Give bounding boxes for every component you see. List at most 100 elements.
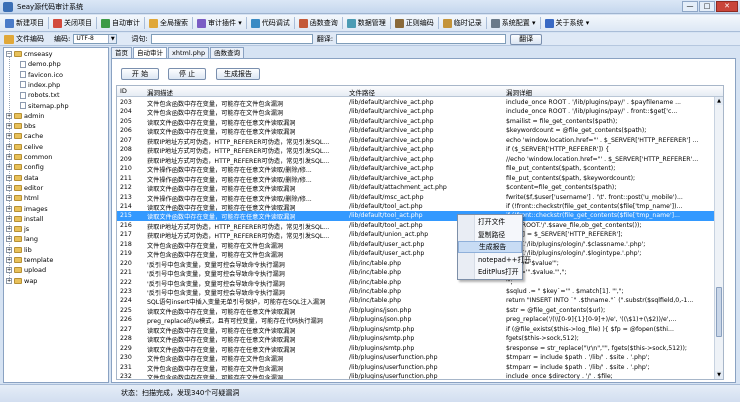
- tree-item[interactable]: + cache: [6, 131, 43, 141]
- expand-icon[interactable]: +: [6, 174, 12, 181]
- toolbar-button-3[interactable]: 全局搜索: [146, 16, 191, 31]
- expand-icon[interactable]: +: [6, 226, 12, 233]
- cell-file-path: /lib/default/archive_act.php: [349, 165, 434, 173]
- tree-item[interactable]: + upload: [6, 265, 46, 275]
- context-menu-item[interactable]: notepad++打开: [458, 254, 531, 266]
- tree-item-label: sitemap.php: [28, 101, 69, 110]
- column-detail[interactable]: 漏洞详细: [506, 87, 716, 97]
- expand-icon[interactable]: +: [6, 154, 12, 160]
- tree-item[interactable]: robots.txt: [20, 90, 60, 100]
- tree-item[interactable]: + lib: [6, 245, 32, 255]
- toolbar-button-1[interactable]: 关闭项目: [50, 16, 95, 31]
- column-description[interactable]: 漏洞描述: [147, 87, 347, 97]
- tab-0[interactable]: 首页: [111, 47, 132, 58]
- table-header: ID 漏洞描述 文件路径 漏洞详细: [117, 86, 723, 97]
- scrollbar-thumb[interactable]: [716, 287, 722, 337]
- function-query-icon: [298, 18, 308, 28]
- cell-file-path: /lib/default/archive_act.php: [349, 174, 434, 182]
- context-menu-item[interactable]: 复制路径: [458, 229, 522, 241]
- project-file-tree[interactable]: − cmseasy demo.php favicon.ico index.php robo…: [3, 47, 109, 383]
- cell-id: 217: [120, 231, 132, 239]
- scroll-down-icon[interactable]: ▼: [715, 371, 723, 379]
- context-menu-item[interactable]: 打开文件: [458, 216, 522, 228]
- minimize-button[interactable]: —: [682, 1, 698, 12]
- tree-item[interactable]: + bbs: [6, 121, 36, 131]
- toolbar-label: 关闭项目: [64, 19, 92, 27]
- tab-1[interactable]: 自动审计: [133, 47, 167, 58]
- app-icon: [3, 1, 13, 12]
- expand-icon[interactable]: +: [6, 133, 12, 140]
- expand-icon[interactable]: +: [6, 112, 12, 119]
- expand-icon[interactable]: +: [6, 215, 12, 222]
- expand-icon[interactable]: +: [6, 246, 12, 253]
- scroll-up-icon[interactable]: ▲: [715, 97, 723, 105]
- context-menu-item[interactable]: 生成报告: [458, 241, 522, 254]
- tree-item[interactable]: sitemap.php: [20, 101, 69, 111]
- table-row[interactable]: 232 文件包含函数中存在变量，可能存在文件包含漏洞/lib/plugins/us…: [117, 372, 723, 379]
- table-scrollbar[interactable]: ▲ ▼: [714, 97, 723, 379]
- expand-icon[interactable]: +: [6, 184, 12, 191]
- toolbar-button-8[interactable]: 正则编码: [392, 16, 437, 31]
- column-id[interactable]: ID: [120, 87, 148, 95]
- tree-item[interactable]: + html: [6, 193, 39, 203]
- tree-item[interactable]: + celive: [6, 142, 43, 152]
- toolbar-button-9[interactable]: 临时记录: [440, 16, 485, 31]
- tab-2[interactable]: xhtml.php: [168, 47, 210, 58]
- tree-item[interactable]: demo.php: [20, 59, 61, 69]
- tab-3[interactable]: 函数查询: [210, 47, 245, 58]
- tree-item[interactable]: favicon.ico: [20, 70, 63, 80]
- expand-icon[interactable]: +: [6, 195, 12, 202]
- word-input[interactable]: [150, 34, 313, 44]
- toolbar-button-2[interactable]: 自动审计: [98, 16, 143, 31]
- file-icon: [20, 91, 26, 99]
- cell-file-path: /lib/default/archive_act.php: [349, 146, 434, 154]
- expand-icon[interactable]: +: [6, 123, 12, 130]
- folder-icon: [14, 112, 22, 119]
- expand-icon[interactable]: +: [6, 236, 12, 243]
- expand-icon[interactable]: +: [6, 257, 12, 263]
- toolbar-button-4[interactable]: 审计插件 ▾: [194, 16, 245, 31]
- toolbar-button-11[interactable]: 关于系统 ▾: [542, 16, 593, 31]
- tree-item[interactable]: + js: [6, 224, 29, 234]
- tree-item[interactable]: + lang: [6, 234, 38, 244]
- expand-icon[interactable]: +: [6, 164, 12, 171]
- tree-item[interactable]: + data: [6, 173, 39, 183]
- toolbar-button-0[interactable]: 新建项目: [2, 16, 47, 31]
- maximize-button[interactable]: □: [699, 1, 715, 12]
- cell-detail: ' $key='$value'";: [506, 259, 559, 267]
- toolbar-button-5[interactable]: 代码调试: [248, 16, 293, 31]
- start-button[interactable]: 开 始: [121, 68, 159, 80]
- tree-item-label: lib: [24, 245, 32, 254]
- tree-item[interactable]: + wap: [6, 276, 37, 286]
- cell-id: 214: [120, 202, 132, 210]
- toolbar-button-10[interactable]: 系统配置 ▾: [488, 16, 539, 31]
- toolbar-button-6[interactable]: 函数查询: [296, 16, 341, 31]
- toolbar-separator: [437, 17, 439, 29]
- expand-icon[interactable]: +: [6, 277, 12, 284]
- translate-button[interactable]: 翻译: [510, 33, 543, 45]
- tab-strip: 首页 自动审计 xhtml.php 函数查询: [111, 47, 245, 58]
- cell-detail: preg_replace('/(\\[0-9]{1}[0-9]+)/e', '(…: [506, 316, 677, 324]
- file-encoding-label[interactable]: 文件编码: [16, 34, 44, 44]
- tree-root[interactable]: − cmseasy: [6, 49, 53, 59]
- stop-button[interactable]: 停 止: [168, 68, 206, 80]
- tree-item[interactable]: + install: [6, 214, 43, 224]
- context-menu-item[interactable]: EditPlus打开: [458, 266, 522, 278]
- toolbar-label: 临时记录: [453, 19, 482, 27]
- expand-icon[interactable]: +: [6, 205, 12, 212]
- tree-item[interactable]: + config: [6, 162, 44, 172]
- tree-item[interactable]: + admin: [6, 111, 44, 121]
- close-window-button[interactable]: ✕: [716, 1, 738, 12]
- expand-icon[interactable]: +: [6, 267, 12, 274]
- column-file-path[interactable]: 文件路径: [349, 87, 501, 97]
- tree-item[interactable]: + editor: [6, 183, 43, 193]
- tree-item[interactable]: + common: [6, 152, 52, 162]
- encoding-select[interactable]: UTF-8 ▼: [73, 34, 118, 44]
- tree-item[interactable]: + template: [6, 255, 53, 265]
- toolbar-button-7[interactable]: 数据管理: [344, 16, 389, 31]
- translate-output[interactable]: [336, 34, 507, 44]
- expand-icon[interactable]: +: [6, 143, 12, 150]
- generate-report-button[interactable]: 生成报告: [216, 68, 260, 80]
- tree-item[interactable]: + images: [6, 204, 48, 214]
- tree-item[interactable]: index.php: [20, 80, 60, 90]
